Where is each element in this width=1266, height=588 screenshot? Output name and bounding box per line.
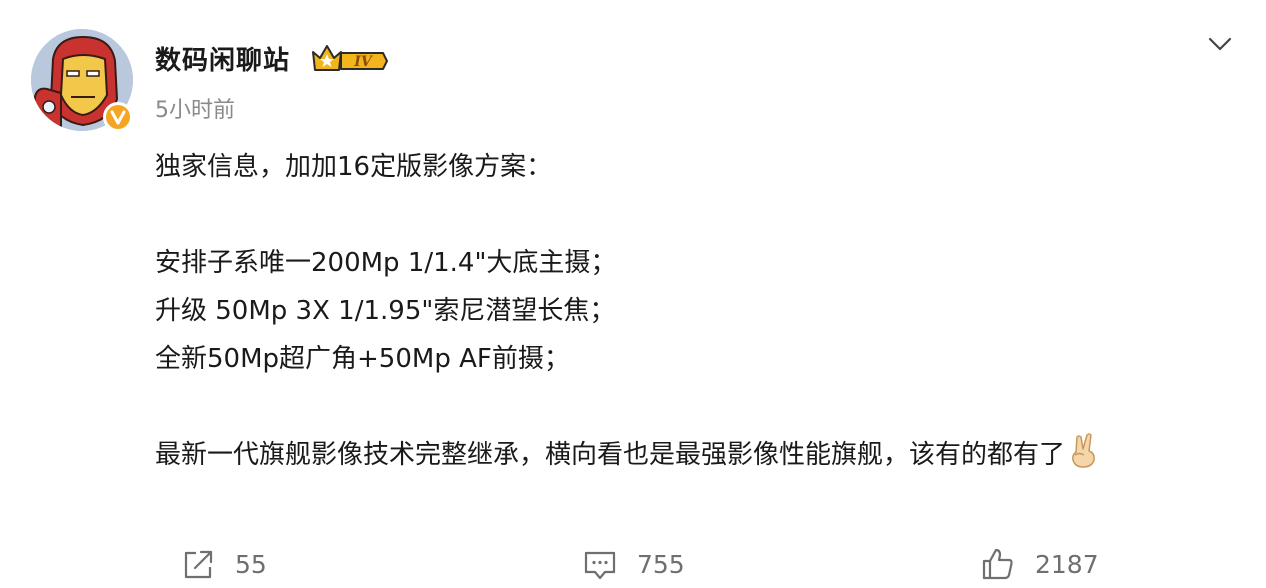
post-line: 升级 50Mp 3X 1/1.95"索尼潜望长焦；	[155, 296, 616, 326]
level-badge-icon[interactable]: IV	[311, 44, 389, 74]
like-count: 2187	[1035, 549, 1099, 579]
verified-badge-icon	[103, 102, 133, 132]
victory-hand-emoji-icon	[1067, 433, 1099, 469]
author-avatar[interactable]	[31, 29, 133, 132]
comment-button[interactable]: 755	[583, 543, 685, 585]
post-actions: 55 755 2187	[0, 543, 1266, 585]
post-line: 独家信息，加加16定版影像方案：	[155, 152, 553, 182]
post-content: 独家信息，加加16定版影像方案： 安排子系唯一200Mp 1/1.4"大底主摄；…	[155, 143, 1245, 479]
share-button[interactable]: 55	[181, 543, 267, 585]
thumbs-up-icon	[982, 548, 1013, 580]
post-line-last: 最新一代旗舰影像技术完整继承，横向看也是最强影像性能旗舰，该有的都有了	[155, 431, 1245, 479]
post-line: 全新50Mp超广角+50Mp AF前摄；	[155, 344, 570, 374]
author-name[interactable]: 数码闲聊站	[155, 40, 290, 77]
post-blank-line	[155, 383, 1245, 431]
post-line: 安排子系唯一200Mp 1/1.4"大底主摄；	[155, 248, 617, 278]
level-badge-text: IV	[353, 54, 374, 70]
like-button[interactable]: 2187	[981, 543, 1099, 585]
post-timestamp: 5小时前	[155, 98, 235, 123]
post-blank-line	[155, 191, 1245, 239]
share-count: 55	[235, 549, 267, 579]
comment-icon	[584, 551, 616, 580]
chevron-down-icon[interactable]	[1206, 30, 1234, 58]
comment-count: 755	[637, 549, 685, 579]
share-icon	[184, 550, 213, 579]
post-line-text: 最新一代旗舰影像技术完整继承，横向看也是最强影像性能旗舰，该有的都有了	[155, 440, 1066, 470]
